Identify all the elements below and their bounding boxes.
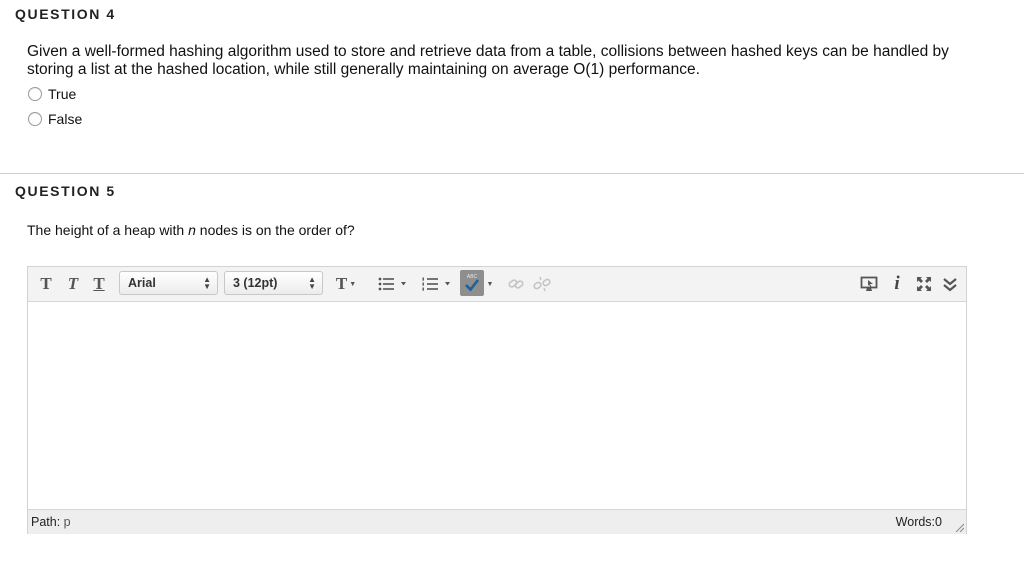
radio-true[interactable] (28, 87, 42, 101)
question-5-text: The height of a heap with n nodes is on … (27, 222, 355, 238)
editor-statusbar: Path: p Words:0 (28, 509, 966, 534)
word-count: Words:0 (895, 515, 942, 529)
font-family-value: Arial (128, 276, 156, 290)
path-label: Path: (31, 515, 61, 529)
collapse-icon[interactable] (939, 274, 961, 294)
spellcheck-icon[interactable]: ABC (460, 270, 484, 296)
link-icon[interactable] (506, 275, 526, 293)
fullscreen-icon[interactable] (913, 274, 935, 294)
italic-icon[interactable]: T (64, 273, 82, 295)
font-size-select[interactable]: 3 (12pt) ▲ ▼ (224, 271, 323, 295)
font-family-select[interactable]: Arial ▲ ▼ (119, 271, 218, 295)
underline-icon[interactable]: T (90, 273, 108, 295)
numbered-list-icon[interactable] (417, 274, 455, 294)
editor-content-area[interactable] (28, 302, 966, 508)
resize-grip-icon[interactable] (954, 522, 964, 532)
question-divider (0, 173, 1024, 174)
bullet-list-icon[interactable] (373, 274, 411, 294)
info-icon[interactable]: i (889, 273, 905, 295)
rich-text-editor: T T T Arial ▲ ▼ 3 (12pt) ▲ ▼ T ▼ ABC ▼ i… (27, 266, 967, 534)
option-true[interactable]: True (28, 86, 76, 102)
preview-icon[interactable] (858, 274, 880, 294)
option-false[interactable]: False (28, 111, 82, 127)
bold-icon[interactable]: T (37, 273, 55, 295)
editor-toolbar: T T T Arial ▲ ▼ 3 (12pt) ▲ ▼ T ▼ ABC ▼ i (28, 267, 966, 302)
spellcheck-dropdown-icon[interactable]: ▼ (486, 280, 494, 288)
path-element-p[interactable]: p (64, 515, 71, 529)
option-false-label: False (48, 111, 83, 127)
svg-text:ABC: ABC (467, 274, 478, 280)
radio-false[interactable] (28, 112, 42, 126)
text-color-icon[interactable]: T ▼ (331, 273, 361, 295)
unlink-icon[interactable] (531, 275, 553, 293)
option-true-label: True (48, 86, 77, 102)
question-5-heading: QUESTION 5 (15, 183, 116, 199)
select-arrows-icon: ▲ ▼ (308, 275, 316, 291)
question-4-text: Given a well-formed hashing algorithm us… (27, 43, 949, 78)
font-size-value: 3 (12pt) (233, 276, 278, 290)
question-4-heading: QUESTION 4 (15, 6, 116, 22)
select-arrows-icon: ▲ ▼ (203, 275, 211, 291)
editor-path: Path: p (31, 515, 71, 529)
